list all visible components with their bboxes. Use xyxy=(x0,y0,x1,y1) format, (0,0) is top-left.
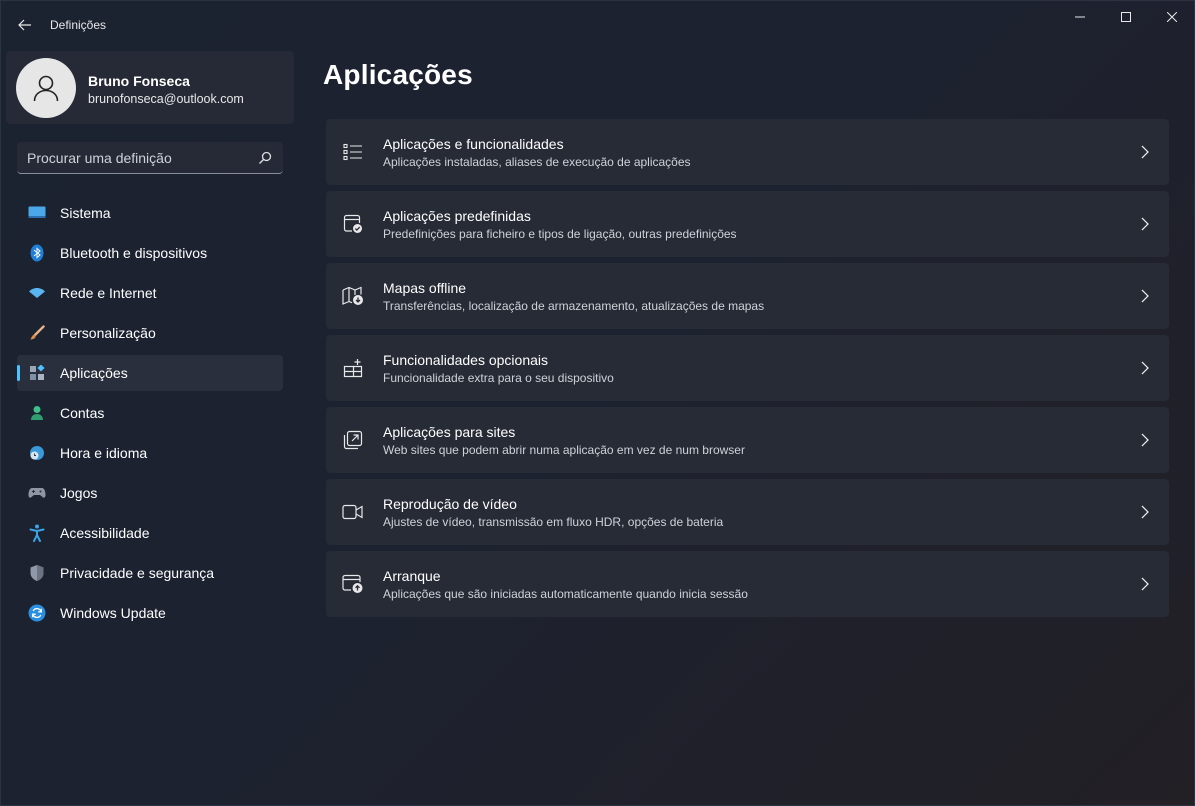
monitor-icon xyxy=(27,203,47,223)
search-icon[interactable] xyxy=(257,150,273,166)
close-icon xyxy=(1167,12,1177,22)
back-button[interactable] xyxy=(13,13,37,37)
chevron-right-icon xyxy=(1139,144,1151,160)
maximize-icon xyxy=(1121,12,1131,22)
accessibility-icon xyxy=(27,523,47,543)
profile-email: brunofonseca@outlook.com xyxy=(88,92,244,106)
sidebar-item-personalizacao[interactable]: Personalização xyxy=(17,315,283,351)
startup-icon xyxy=(342,573,364,595)
sidebar-item-label: Acessibilidade xyxy=(60,525,150,541)
sidebar-item-sistema[interactable]: Sistema xyxy=(17,195,283,231)
card-title: Funcionalidades opcionais xyxy=(383,352,548,368)
chevron-right-icon xyxy=(1139,288,1151,304)
sidebar-item-label: Privacidade e segurança xyxy=(60,565,215,581)
card-aplicacoes-predefinidas[interactable]: Aplicações predefinidas Predefinições pa… xyxy=(326,191,1169,257)
card-description: Aplicações instaladas, aliases de execuç… xyxy=(383,155,691,169)
list-icon xyxy=(342,141,364,163)
update-icon xyxy=(27,603,47,623)
sidebar-item-label: Sistema xyxy=(60,205,111,221)
card-title: Aplicações e funcionalidades xyxy=(383,136,564,152)
sidebar-item-label: Contas xyxy=(60,405,105,421)
card-title: Mapas offline xyxy=(383,280,467,296)
sidebar-item-windows-update[interactable]: Windows Update xyxy=(17,595,283,631)
sidebar-item-bluetooth[interactable]: Bluetooth e dispositivos xyxy=(17,235,283,271)
chevron-right-icon xyxy=(1139,432,1151,448)
default-apps-icon xyxy=(342,213,364,235)
card-reproducao-video[interactable]: Reprodução de vídeo Ajustes de vídeo, tr… xyxy=(326,479,1169,545)
card-title: Reprodução de vídeo xyxy=(383,496,517,512)
card-description: Predefinições para ficheiro e tipos de l… xyxy=(383,227,737,241)
settings-window: Definições Bruno Fonseca brunofonseca@ou… xyxy=(0,0,1195,806)
sidebar-item-label: Aplicações xyxy=(60,365,128,381)
account-profile-card[interactable]: Bruno Fonseca brunofonseca@outlook.com xyxy=(6,51,294,124)
video-icon xyxy=(342,501,364,523)
card-description: Web sites que podem abrir numa aplicação… xyxy=(383,443,745,457)
gamepad-icon xyxy=(27,483,47,503)
card-description: Funcionalidade extra para o seu disposit… xyxy=(383,371,614,385)
account-icon xyxy=(27,403,47,423)
card-description: Aplicações que são iniciadas automaticam… xyxy=(383,587,748,601)
sidebar-item-label: Jogos xyxy=(60,485,98,501)
sidebar-item-label: Windows Update xyxy=(60,605,166,621)
card-aplicacoes-sites[interactable]: Aplicações para sites Web sites que pode… xyxy=(326,407,1169,473)
settings-cards: Aplicações e funcionalidades Aplicações … xyxy=(326,119,1169,623)
bluetooth-icon xyxy=(27,243,47,263)
sidebar-item-label: Personalização xyxy=(60,325,156,341)
sidebar-item-jogos[interactable]: Jogos xyxy=(17,475,283,511)
map-download-icon xyxy=(342,285,364,307)
wifi-icon xyxy=(27,283,47,303)
card-funcionalidades-opcionais[interactable]: Funcionalidades opcionais Funcionalidade… xyxy=(326,335,1169,401)
clock-globe-icon xyxy=(27,443,47,463)
card-title: Aplicações para sites xyxy=(383,424,516,440)
title-bar: Definições xyxy=(1,1,1194,49)
chevron-right-icon xyxy=(1139,576,1151,592)
sidebar-item-acessibilidade[interactable]: Acessibilidade xyxy=(17,515,283,551)
sidebar-item-label: Bluetooth e dispositivos xyxy=(60,245,208,261)
sidebar-item-hora-idioma[interactable]: Hora e idioma xyxy=(17,435,283,471)
card-title: Arranque xyxy=(383,568,441,584)
add-apps-icon xyxy=(342,357,364,379)
shield-icon xyxy=(27,563,47,583)
apps-icon xyxy=(27,363,47,383)
chevron-right-icon xyxy=(1139,216,1151,232)
avatar xyxy=(16,58,76,118)
card-description: Transferências, localização de armazenam… xyxy=(383,299,765,313)
card-aplicacoes-funcionalidades[interactable]: Aplicações e funcionalidades Aplicações … xyxy=(326,119,1169,185)
close-button[interactable] xyxy=(1149,1,1195,33)
chevron-right-icon xyxy=(1139,504,1151,520)
card-title: Aplicações predefinidas xyxy=(383,208,531,224)
sidebar-item-aplicacoes[interactable]: Aplicações xyxy=(17,355,283,391)
chevron-right-icon xyxy=(1139,360,1151,376)
search-input[interactable]: Procurar uma definição xyxy=(17,142,283,174)
minimize-icon xyxy=(1075,16,1085,18)
back-arrow-icon xyxy=(18,19,31,31)
person-icon xyxy=(33,75,59,102)
sidebar-item-contas[interactable]: Contas xyxy=(17,395,283,431)
sidebar-item-label: Rede e Internet xyxy=(60,285,157,301)
brush-icon xyxy=(27,323,47,343)
sidebar-item-privacidade[interactable]: Privacidade e segurança xyxy=(17,555,283,591)
sidebar-item-label: Hora e idioma xyxy=(60,445,148,461)
card-mapas-offline[interactable]: Mapas offline Transferências, localizaçã… xyxy=(326,263,1169,329)
sidebar-item-rede[interactable]: Rede e Internet xyxy=(17,275,283,311)
sidebar-nav: Sistema Bluetooth e dispositivos Rede e … xyxy=(17,195,283,635)
profile-name: Bruno Fonseca xyxy=(88,73,190,89)
maximize-button[interactable] xyxy=(1103,1,1149,33)
search-placeholder: Procurar uma definição xyxy=(27,150,172,166)
open-external-icon xyxy=(342,429,364,451)
page-title: Aplicações xyxy=(323,59,473,90)
minimize-button[interactable] xyxy=(1057,1,1103,33)
card-description: Ajustes de vídeo, transmissão em fluxo H… xyxy=(383,515,724,529)
card-arranque[interactable]: Arranque Aplicações que são iniciadas au… xyxy=(326,551,1169,617)
window-title: Definições xyxy=(50,18,107,32)
